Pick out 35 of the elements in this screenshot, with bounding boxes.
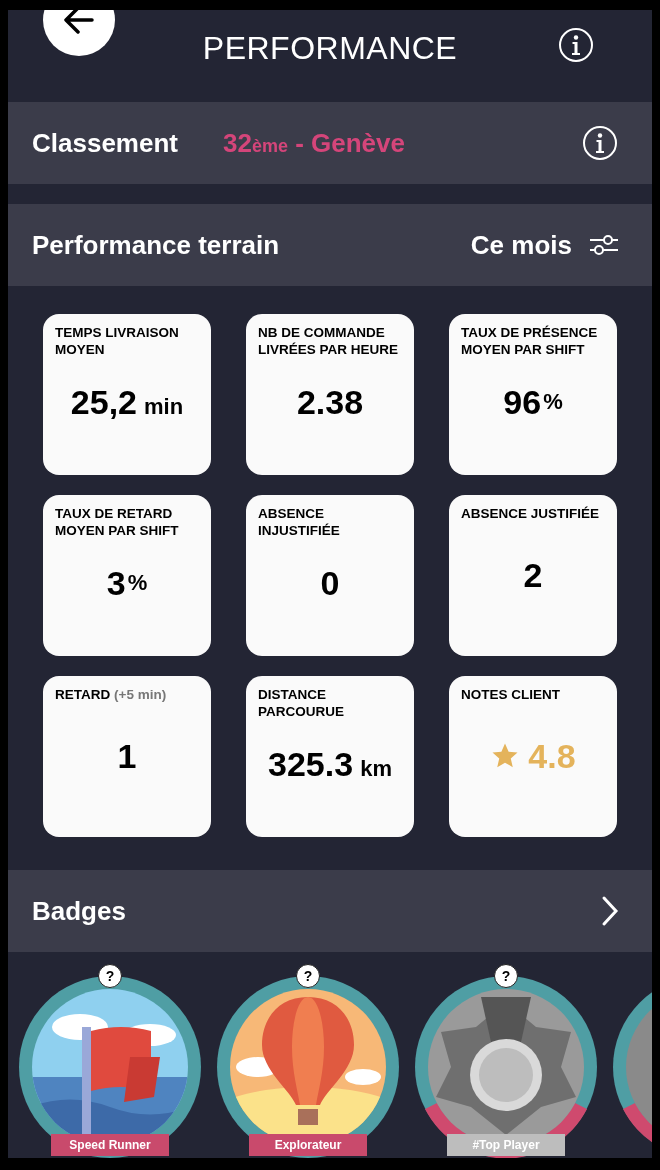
badge-ribbon: #Top Player <box>447 1134 565 1156</box>
section-title: Badges <box>32 894 126 928</box>
info-button[interactable] <box>582 125 618 161</box>
ranking-label: Classement <box>32 126 178 160</box>
period-filter[interactable]: Ce mois <box>470 225 620 265</box>
metric-value: 325.3 km <box>268 744 392 785</box>
badge-ribbon: Speed Runner <box>51 1134 169 1156</box>
badge-ribbon: Explorateur <box>249 1134 367 1156</box>
metric-value: 96% <box>503 382 563 423</box>
back-arrow-icon <box>62 10 96 37</box>
chevron-right-icon[interactable] <box>600 895 620 927</box>
help-button[interactable]: ? <box>494 964 518 988</box>
info-button[interactable] <box>558 27 594 63</box>
filter-sliders-icon <box>588 234 620 256</box>
help-button[interactable]: ? <box>296 964 320 988</box>
metric-value: 2.38 <box>296 382 364 423</box>
metric-label: TAUX DE PRÉSENCE MOYEN PAR SHIFT <box>461 324 599 358</box>
metric-value: 2 <box>523 554 543 596</box>
metric-value: 1 <box>117 735 137 777</box>
metric-label: DISTANCE PARCOURUE <box>258 686 345 720</box>
metric-label: TAUX DE RETARD MOYEN PAR SHIFT <box>55 505 180 539</box>
metric-value: 0 <box>320 563 340 604</box>
metric-label: NB DE COMMANDE LIVRÉES PAR HEURE <box>258 324 400 358</box>
metric-label: TEMPS LIVRAISON MOYEN <box>55 324 180 358</box>
metric-label: RETARD (+5 min) <box>55 686 168 703</box>
rating-value: 4.8 <box>528 735 576 777</box>
metric-label: NOTES CLIENT <box>461 686 561 703</box>
ranking-value: 32ème - Genève <box>222 126 405 160</box>
metric-value: 25,2 min <box>70 382 184 423</box>
metric-label: ABSENCE INJUSTIFIÉE <box>258 505 341 539</box>
section-title: Performance terrain <box>32 228 280 262</box>
metric-value: 3% <box>106 563 148 604</box>
help-button[interactable]: ? <box>98 964 122 988</box>
metric-label: ABSENCE JUSTIFIÉE <box>461 505 601 522</box>
page-title: PERFORMANCE <box>201 29 459 68</box>
